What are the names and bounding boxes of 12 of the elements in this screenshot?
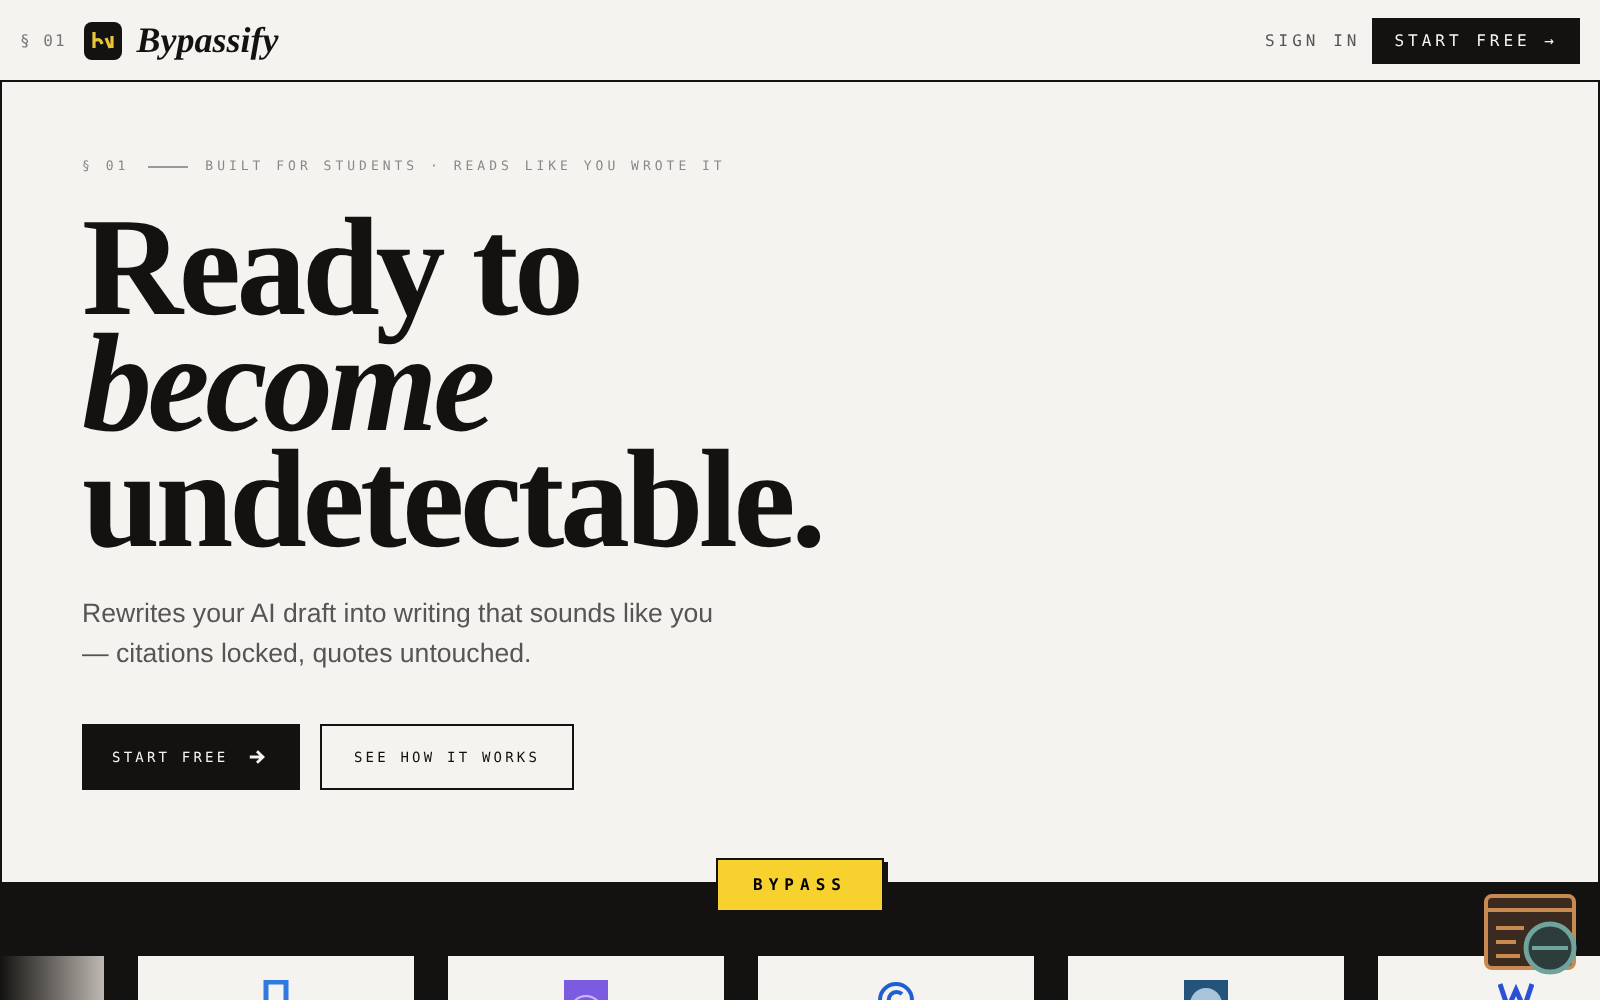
hero-subtitle: Rewrites your AI draft into writing that sounds like you — citations locked, quotes untouched.	[82, 596, 716, 672]
w-logo-icon	[1498, 980, 1534, 1000]
sign-in-link[interactable]: SIGN IN	[1264, 31, 1361, 49]
logo-icon	[84, 21, 123, 59]
section-number: § 01	[20, 31, 67, 49]
arrow-icon	[248, 748, 267, 766]
faded-logo-card	[0, 956, 104, 1000]
chat-widget-icon[interactable]	[1484, 894, 1580, 978]
headline-line: undetectable.	[82, 430, 824, 574]
brand-name: Bypassify	[136, 19, 279, 61]
bypass-badge: BYPASS	[716, 858, 884, 912]
start-free-button[interactable]: START FREE →	[1372, 17, 1580, 63]
